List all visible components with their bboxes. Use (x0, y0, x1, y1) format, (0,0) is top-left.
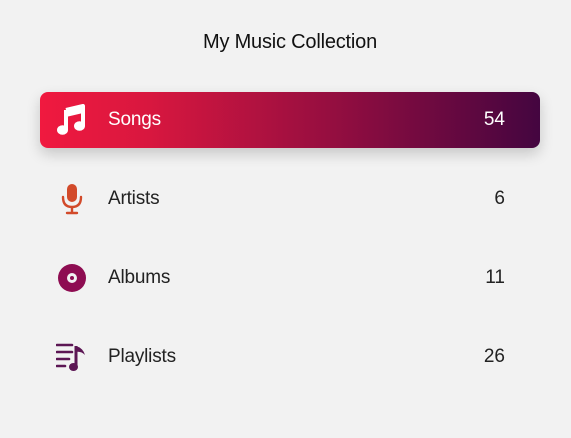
menu-item-label: Artists (108, 188, 160, 209)
vinyl-record-icon (56, 262, 88, 294)
menu-item-label: Songs (108, 109, 161, 130)
menu-item-playlists[interactable]: Playlists 26 (40, 329, 540, 385)
menu-item-count: 6 (494, 188, 505, 209)
microphone-icon (56, 183, 88, 215)
collection-menu: Songs 54 Artists 6 Albums 11 Playlists 2… (40, 92, 540, 408)
menu-item-albums[interactable]: Albums 11 (40, 250, 540, 306)
menu-item-count: 26 (483, 346, 505, 367)
menu-item-label: Playlists (108, 346, 176, 367)
menu-item-count: 54 (483, 109, 505, 130)
playlist-icon (56, 341, 88, 373)
menu-item-label: Albums (108, 267, 171, 288)
menu-item-artists[interactable]: Artists 6 (40, 171, 540, 227)
menu-item-songs[interactable]: Songs 54 (40, 92, 540, 148)
menu-item-count: 11 (485, 267, 505, 288)
music-collection-panel: My Music Collection Songs 54 Artists 6 A… (0, 0, 571, 438)
page-title: My Music Collection (202, 31, 378, 53)
music-note-icon (56, 104, 88, 136)
